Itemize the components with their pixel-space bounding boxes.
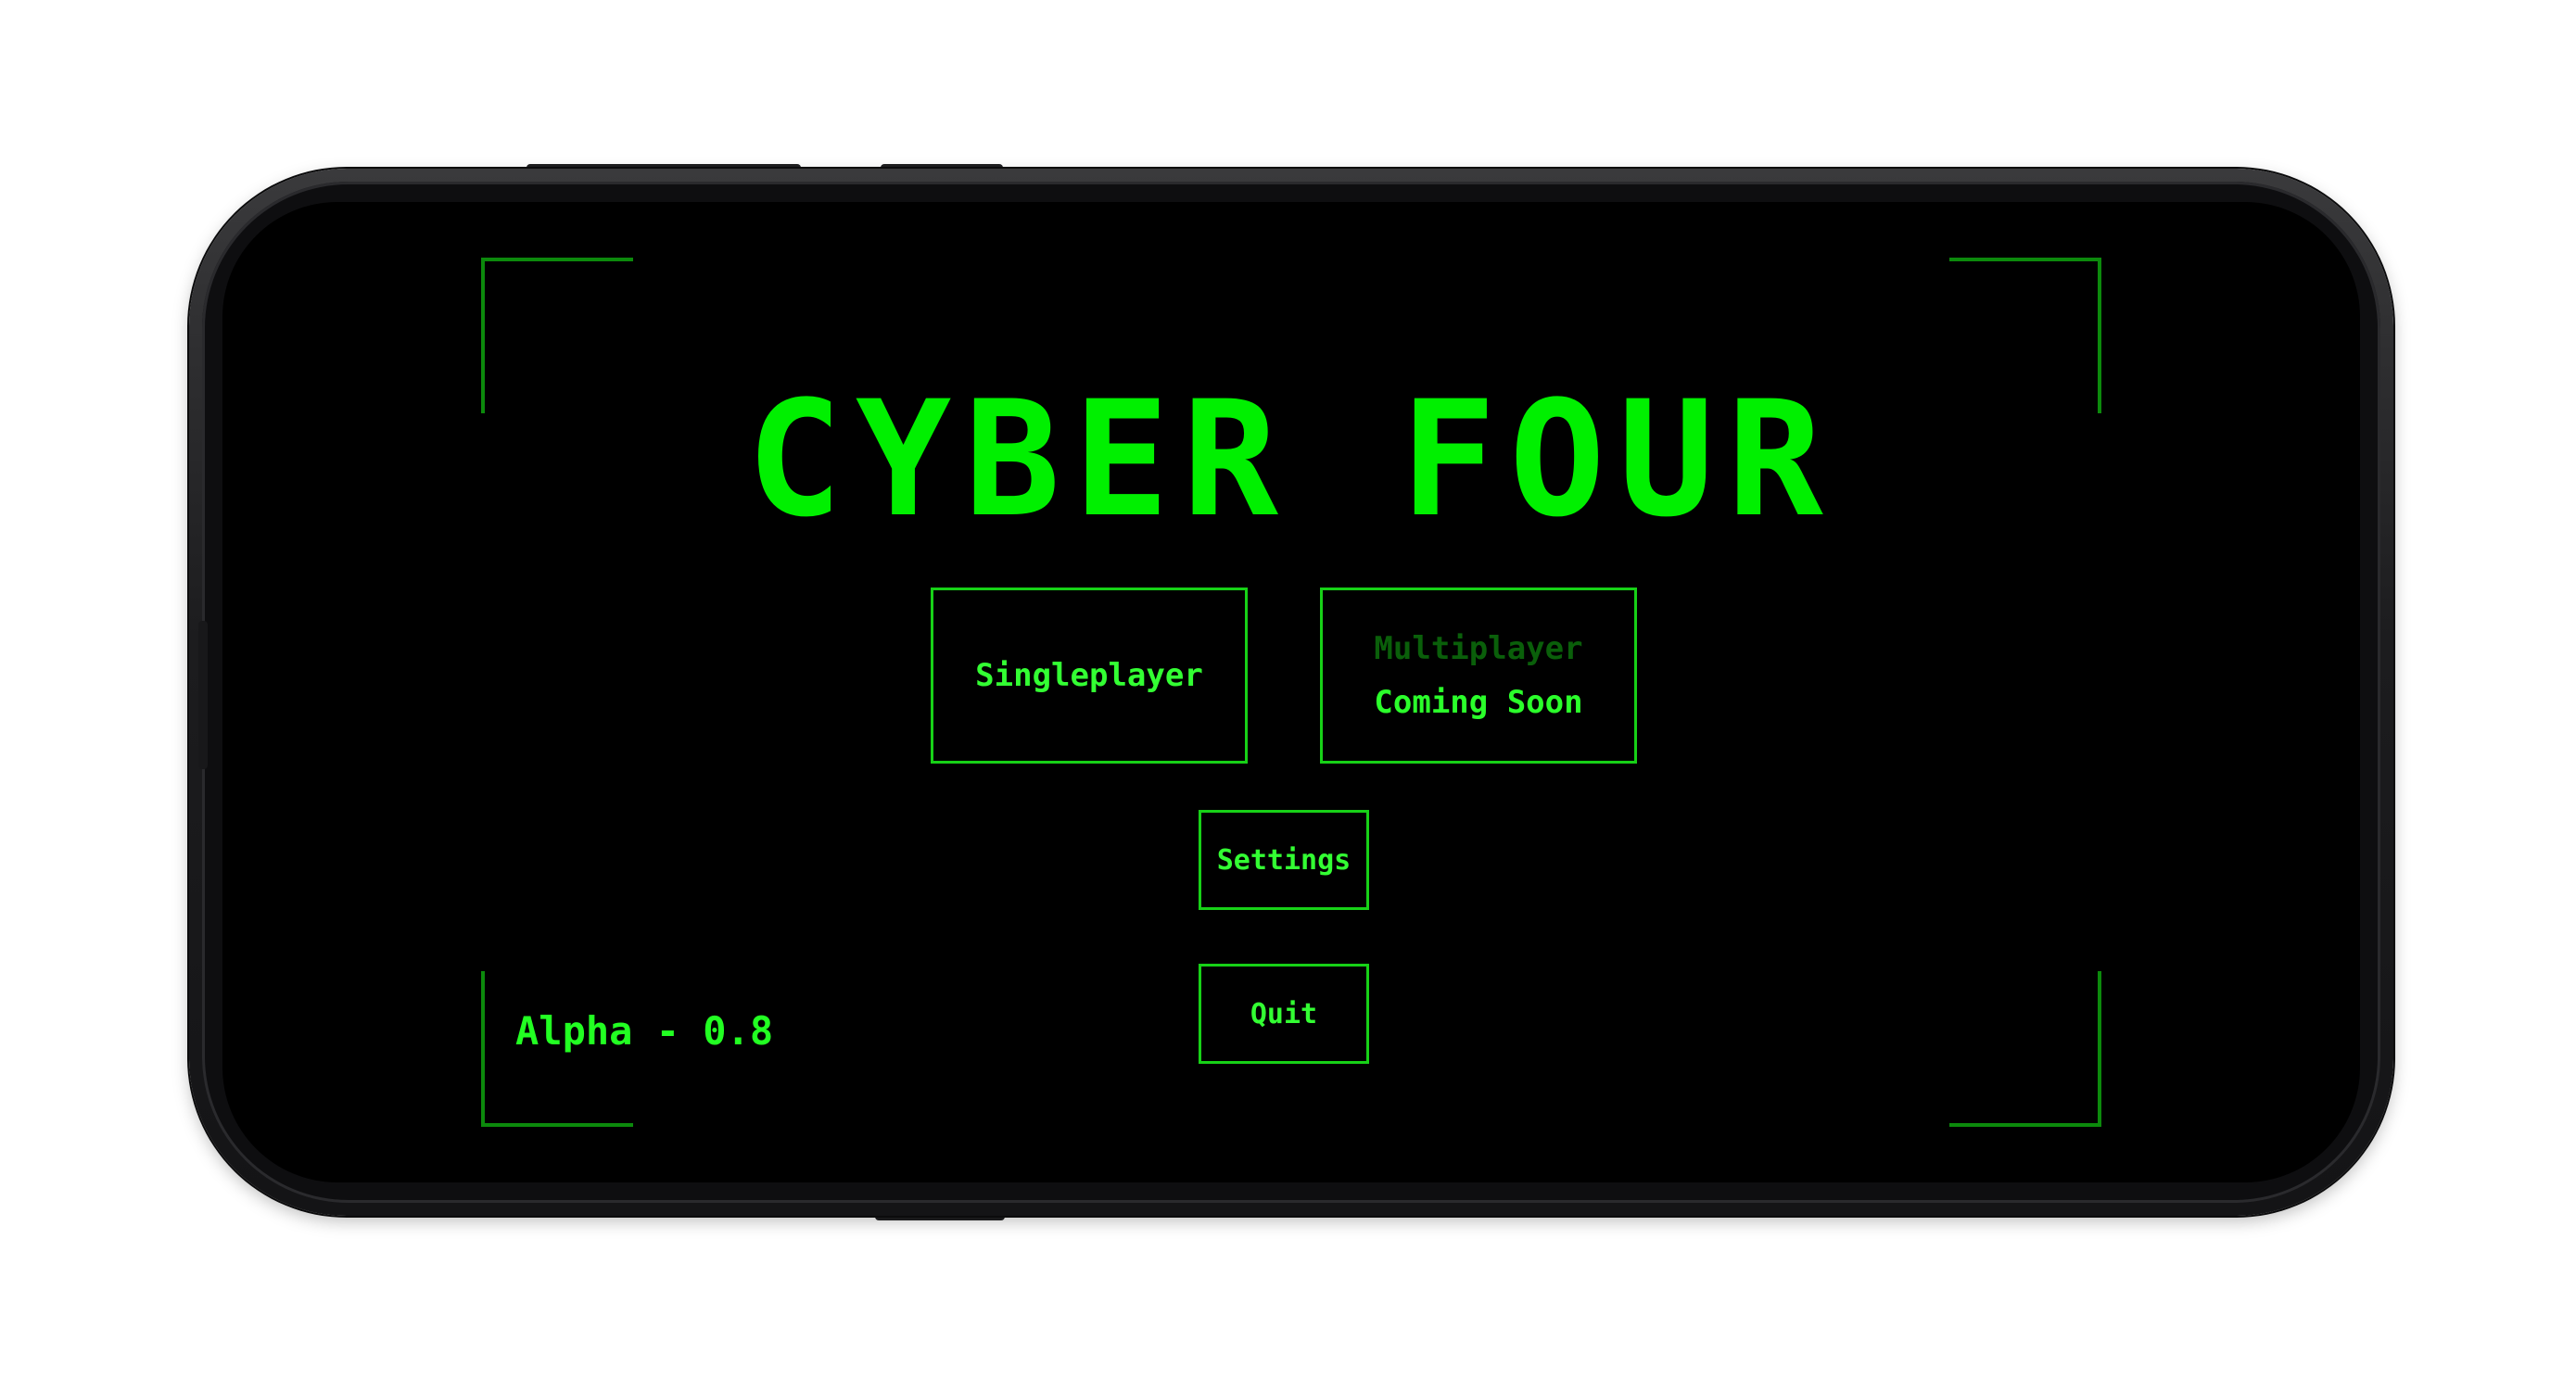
- singleplayer-button[interactable]: Singleplayer: [931, 588, 1248, 764]
- game-title: CYBER FOUR: [746, 366, 1836, 552]
- quit-label: Quit: [1250, 997, 1318, 1030]
- stage: CYBER FOUR Singleplayer Multiplayer Comi…: [0, 0, 2576, 1390]
- frame-corner-bottom-right: [1949, 971, 2101, 1127]
- game-screen: CYBER FOUR Singleplayer Multiplayer Comi…: [222, 202, 2360, 1182]
- settings-button[interactable]: Settings: [1199, 810, 1369, 910]
- settings-label: Settings: [1216, 843, 1351, 877]
- quit-button[interactable]: Quit: [1199, 964, 1369, 1064]
- multiplayer-label: Multiplayer: [1374, 630, 1583, 667]
- multiplayer-button[interactable]: Multiplayer Coming Soon: [1320, 588, 1637, 764]
- singleplayer-label: Singleplayer: [975, 657, 1203, 694]
- multiplayer-status: Coming Soon: [1374, 684, 1583, 721]
- phone-left-button: [198, 621, 208, 769]
- version-label: Alpha - 0.8: [515, 1008, 774, 1054]
